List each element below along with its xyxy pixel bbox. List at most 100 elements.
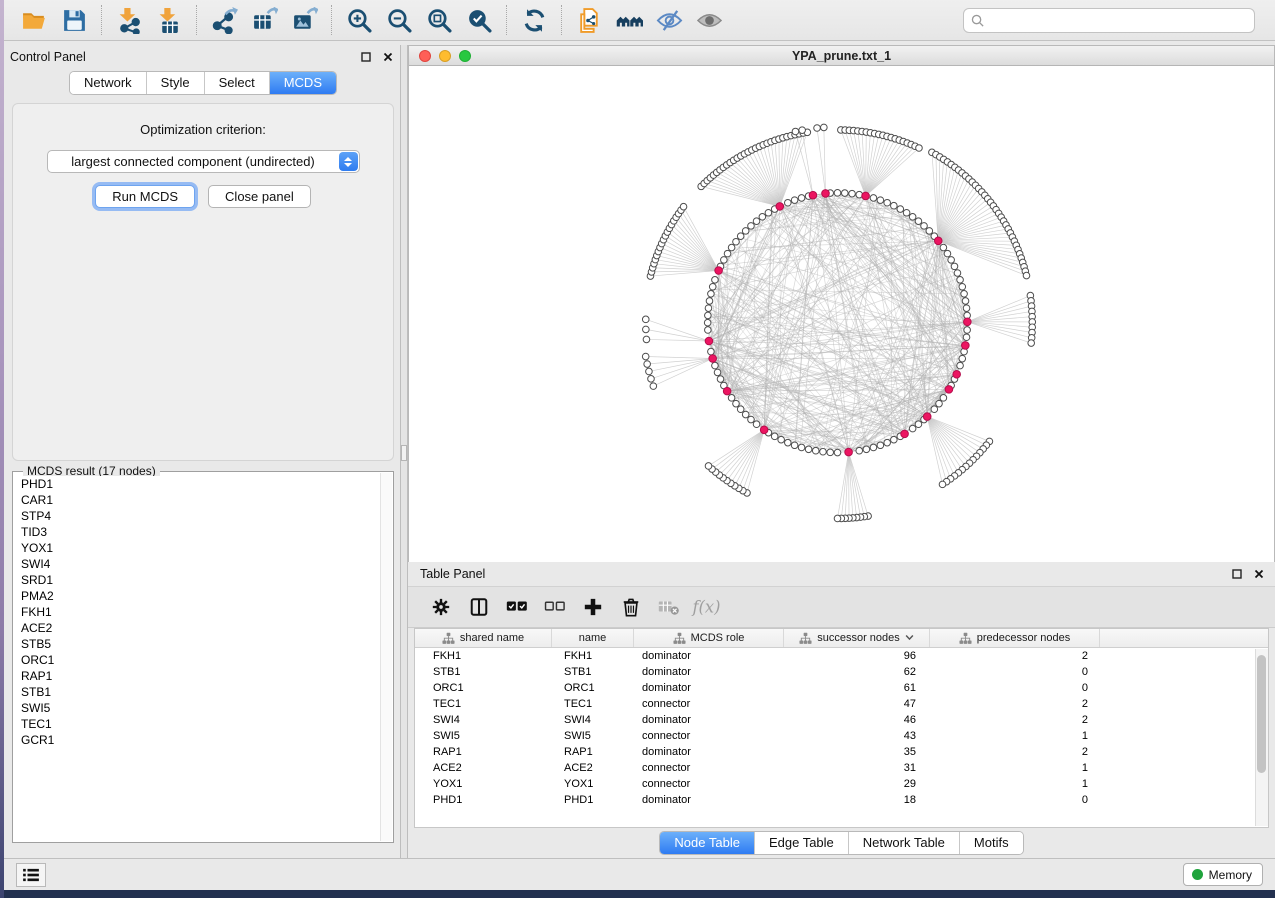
table-cell-filler	[1100, 760, 1268, 776]
mcds-result-item[interactable]: FKH1	[17, 604, 380, 620]
mcds-result-item[interactable]: TEC1	[17, 716, 380, 732]
zoom-selected-icon[interactable]	[459, 3, 499, 37]
table-cell: 2	[930, 648, 1100, 664]
mcds-result-item[interactable]: CAR1	[17, 492, 380, 508]
mcds-result-item[interactable]: SRD1	[17, 572, 380, 588]
zoom-fit-icon[interactable]	[419, 3, 459, 37]
task-history-button[interactable]	[16, 863, 46, 887]
deselect-all-icon[interactable]	[538, 591, 572, 623]
tab-style[interactable]: Style	[147, 72, 205, 94]
float-table-panel-icon[interactable]	[1229, 566, 1245, 582]
mcds-result-item[interactable]: SWI5	[17, 700, 380, 716]
scrollbar-thumb[interactable]	[1257, 655, 1266, 773]
export-image-icon[interactable]	[284, 3, 324, 37]
table-cell-filler	[1100, 744, 1268, 760]
table-row[interactable]: ACE2ACE2connector311	[415, 760, 1268, 776]
table-cell: connector	[634, 728, 784, 744]
mcds-result-item[interactable]: STB5	[17, 636, 380, 652]
mcds-list-scrollbar[interactable]	[380, 473, 392, 841]
hide-selected-icon[interactable]	[649, 3, 689, 37]
tab-motifs[interactable]: Motifs	[960, 832, 1023, 854]
network-canvas[interactable]	[409, 66, 1274, 562]
optimization-criterion-select[interactable]: largest connected component (undirected)	[47, 150, 360, 173]
node-table: shared namenameMCDS rolesuccessor nodesp…	[414, 628, 1269, 828]
toolbar-separator	[506, 5, 507, 35]
right-column: YPA_prune.txt_1 Table Panel	[408, 45, 1275, 858]
zoom-in-icon[interactable]	[339, 3, 379, 37]
first-neighbors-icon[interactable]	[609, 3, 649, 37]
add-row-icon[interactable]	[576, 591, 610, 623]
mcds-result-item[interactable]: ORC1	[17, 652, 380, 668]
zoom-out-icon[interactable]	[379, 3, 419, 37]
export-network-icon[interactable]	[204, 3, 244, 37]
mcds-result-item[interactable]: RAP1	[17, 668, 380, 684]
column-header-name[interactable]: name	[552, 629, 634, 647]
splitter-handle[interactable]	[401, 445, 407, 461]
table-row[interactable]: SWI5SWI5connector431	[415, 728, 1268, 744]
table-row[interactable]: SWI4SWI4dominator462	[415, 712, 1268, 728]
refresh-layout-icon[interactable]	[514, 3, 554, 37]
mcds-result-item[interactable]: TID3	[17, 524, 380, 540]
mcds-result-item[interactable]: GCR1	[17, 732, 380, 748]
run-mcds-button[interactable]: Run MCDS	[95, 185, 195, 208]
mcds-result-item[interactable]: STP4	[17, 508, 380, 524]
tab-edge-table[interactable]: Edge Table	[755, 832, 849, 854]
table-cell: ACE2	[415, 760, 552, 776]
mcds-result-item[interactable]: PHD1	[17, 476, 380, 492]
table-row[interactable]: ORC1ORC1dominator610	[415, 680, 1268, 696]
delete-table-icon	[652, 591, 686, 623]
main-toolbar	[4, 0, 1275, 41]
column-header-predecessor-nodes[interactable]: predecessor nodes	[930, 629, 1100, 647]
close-panel-icon[interactable]	[380, 49, 396, 65]
column-header-successor-nodes[interactable]: successor nodes	[784, 629, 930, 647]
gear-icon[interactable]	[424, 591, 458, 623]
panel-splitter[interactable]	[400, 45, 408, 858]
open-file-icon[interactable]	[14, 3, 54, 37]
column-header-MCDS-role[interactable]: MCDS role	[634, 629, 784, 647]
close-panel-button[interactable]: Close panel	[208, 185, 311, 208]
tab-network[interactable]: Network	[70, 72, 147, 94]
mcds-result-item[interactable]: STB1	[17, 684, 380, 700]
export-table-icon[interactable]	[244, 3, 284, 37]
table-row[interactable]: PHD1PHD1dominator180	[415, 792, 1268, 808]
table-row[interactable]: TEC1TEC1connector472	[415, 696, 1268, 712]
memory-button[interactable]: Memory	[1183, 863, 1263, 886]
table-row[interactable]: YOX1YOX1connector291	[415, 776, 1268, 792]
table-cell: 62	[784, 664, 930, 680]
table-cell: STB1	[415, 664, 552, 680]
table-cell-filler	[1100, 776, 1268, 792]
save-session-icon[interactable]	[54, 3, 94, 37]
copy-network-icon[interactable]	[569, 3, 609, 37]
tab-network-table[interactable]: Network Table	[849, 832, 960, 854]
mcds-result-item[interactable]: YOX1	[17, 540, 380, 556]
table-row[interactable]: FKH1FKH1dominator962	[415, 648, 1268, 664]
tab-node-table[interactable]: Node Table	[660, 832, 755, 854]
search-input[interactable]	[963, 8, 1255, 33]
table-cell: 29	[784, 776, 930, 792]
table-cell-filler	[1100, 648, 1268, 664]
tab-select[interactable]: Select	[205, 72, 270, 94]
tab-mcds[interactable]: MCDS	[270, 72, 336, 94]
table-panel-title: Table Panel	[420, 567, 485, 581]
delete-row-icon[interactable]	[614, 591, 648, 623]
table-cell: connector	[634, 760, 784, 776]
column-header-shared-name[interactable]: shared name	[415, 629, 552, 647]
table-vertical-scrollbar[interactable]	[1255, 649, 1268, 826]
mcds-result-item[interactable]: ACE2	[17, 620, 380, 636]
toolbar-separator	[561, 5, 562, 35]
function-builder-icon: f(x)	[690, 591, 724, 623]
table-row[interactable]: RAP1RAP1dominator352	[415, 744, 1268, 760]
import-table-icon[interactable]	[149, 3, 189, 37]
select-all-icon[interactable]	[500, 591, 534, 623]
columns-icon[interactable]	[462, 591, 496, 623]
table-row[interactable]: STB1STB1dominator620	[415, 664, 1268, 680]
mcds-result-item[interactable]: SWI4	[17, 556, 380, 572]
import-network-icon[interactable]	[109, 3, 149, 37]
float-panel-icon[interactable]	[358, 49, 374, 65]
mcds-result-item[interactable]: PMA2	[17, 588, 380, 604]
show-all-icon[interactable]	[689, 3, 729, 37]
network-graph[interactable]	[409, 66, 1274, 562]
table-cell: 2	[930, 744, 1100, 760]
table-cell: 46	[784, 712, 930, 728]
close-table-panel-icon[interactable]	[1251, 566, 1267, 582]
